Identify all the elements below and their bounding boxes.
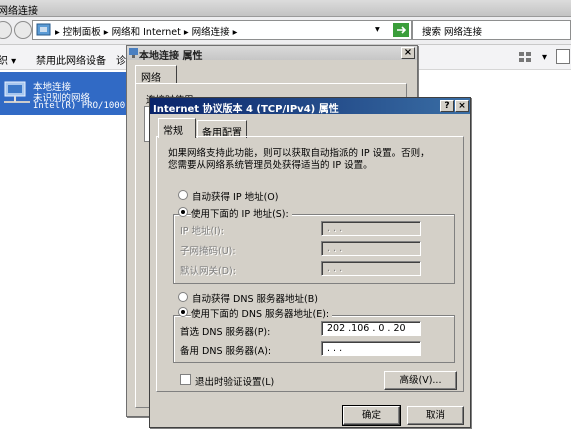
- disable-device-button[interactable]: 禁用此网络设备: [36, 52, 106, 67]
- validate-checkbox[interactable]: [180, 374, 191, 385]
- ip-address-value: . . .: [327, 223, 343, 234]
- ip-address-label: IP 地址(I):: [180, 226, 224, 237]
- gateway-label: 默认网关(D):: [180, 266, 236, 277]
- dns-manual-radio[interactable]: [178, 307, 188, 317]
- ip-manual-radio[interactable]: [178, 207, 188, 217]
- ipv4-close-button[interactable]: ×: [455, 100, 469, 112]
- dns-manual-label[interactable]: 使用下面的 DNS 服务器地址(E):: [191, 306, 333, 320]
- views-icon[interactable]: [518, 51, 532, 63]
- tab-network-label: 网络: [141, 73, 161, 84]
- alternate-dns-field[interactable]: . . .: [321, 341, 421, 356]
- ipv4-properties-dialog: Internet 协议版本 4 (TCP/IPv4) 属性 ? × 常规 备用配…: [149, 97, 471, 428]
- preferred-dns-value: 202 .106 . 0 . 20: [327, 323, 406, 334]
- subnet-mask-field[interactable]: . . .: [321, 241, 421, 256]
- tab-network[interactable]: 网络: [135, 65, 177, 84]
- search-placeholder: 搜索 网络连接: [422, 27, 483, 38]
- tab-general-label: 常规: [163, 126, 183, 137]
- ip-auto-label[interactable]: 自动获得 IP 地址(O): [192, 189, 278, 203]
- ipv4-title: Internet 协议版本 4 (TCP/IPv4) 属性: [153, 104, 339, 115]
- properties-titlebar: 本地连接 属性 ×: [127, 46, 417, 62]
- views-dropdown-icon[interactable]: ▾: [542, 52, 547, 63]
- alternate-dns-label: 备用 DNS 服务器(A):: [180, 346, 272, 357]
- breadcrumb[interactable]: ▸ 控制面板 ▸ 网络和 Internet ▸ 网络连接 ▸: [55, 24, 237, 38]
- general-pane: 如果网络支持此功能，则可以获取自动指派的 IP 设置。否则， 您需要从网络系统管…: [156, 136, 464, 392]
- tab-general[interactable]: 常规: [158, 118, 196, 138]
- validate-label[interactable]: 退出时验证设置(L): [195, 374, 274, 388]
- subnet-mask-label: 子网掩码(U):: [180, 246, 236, 257]
- advanced-button[interactable]: 高级(V)...: [384, 371, 457, 390]
- ipv4-titlebar: Internet 协议版本 4 (TCP/IPv4) 属性 ? ×: [150, 98, 470, 115]
- refresh-icon[interactable]: [393, 23, 409, 37]
- help-button[interactable]: ?: [440, 100, 454, 112]
- organize-menu[interactable]: 织 ▾: [0, 52, 16, 67]
- preview-pane-icon[interactable]: [556, 49, 570, 64]
- window-title: 网络连接: [0, 6, 38, 17]
- dns-auto-radio[interactable]: [178, 292, 188, 302]
- dns-auto-label[interactable]: 自动获得 DNS 服务器地址(B): [192, 291, 318, 305]
- ip-auto-radio[interactable]: [178, 190, 188, 200]
- cancel-button[interactable]: 取消: [407, 406, 464, 425]
- description-line-2: 您需要从网络系统管理员处获得适当的 IP 设置。: [168, 160, 373, 171]
- network-connection-item[interactable]: 本地连接 未识别的网络 Intel(R) PRO/1000 MT: [0, 72, 141, 115]
- ip-manual-label[interactable]: 使用下面的 IP 地址(S):: [191, 206, 292, 220]
- gateway-value: . . .: [327, 263, 343, 274]
- search-input[interactable]: 搜索 网络连接: [412, 20, 571, 40]
- address-dropdown-icon[interactable]: ▾: [375, 24, 380, 35]
- subnet-mask-value: . . .: [327, 243, 343, 254]
- properties-title: 本地连接 属性: [139, 51, 203, 62]
- control-panel-icon: [36, 23, 51, 36]
- ip-address-field[interactable]: . . .: [321, 221, 421, 236]
- window-titlebar: 网络连接: [0, 0, 571, 17]
- gateway-field[interactable]: . . .: [321, 261, 421, 276]
- back-button[interactable]: [0, 21, 12, 39]
- properties-close-button[interactable]: ×: [401, 47, 415, 59]
- network-icon: [129, 48, 138, 58]
- address-bar[interactable]: ▸ 控制面板 ▸ 网络和 Internet ▸ 网络连接 ▸ ▾: [32, 20, 412, 40]
- diagnose-button[interactable]: 诊: [116, 52, 126, 67]
- preferred-dns-label: 首选 DNS 服务器(P):: [180, 327, 271, 338]
- alternate-dns-value: . . .: [327, 343, 343, 354]
- forward-button[interactable]: [14, 21, 32, 39]
- network-adapter-icon: [4, 81, 30, 103]
- preferred-dns-field[interactable]: 202 .106 . 0 . 20: [321, 321, 421, 336]
- ok-button[interactable]: 确定: [342, 405, 401, 426]
